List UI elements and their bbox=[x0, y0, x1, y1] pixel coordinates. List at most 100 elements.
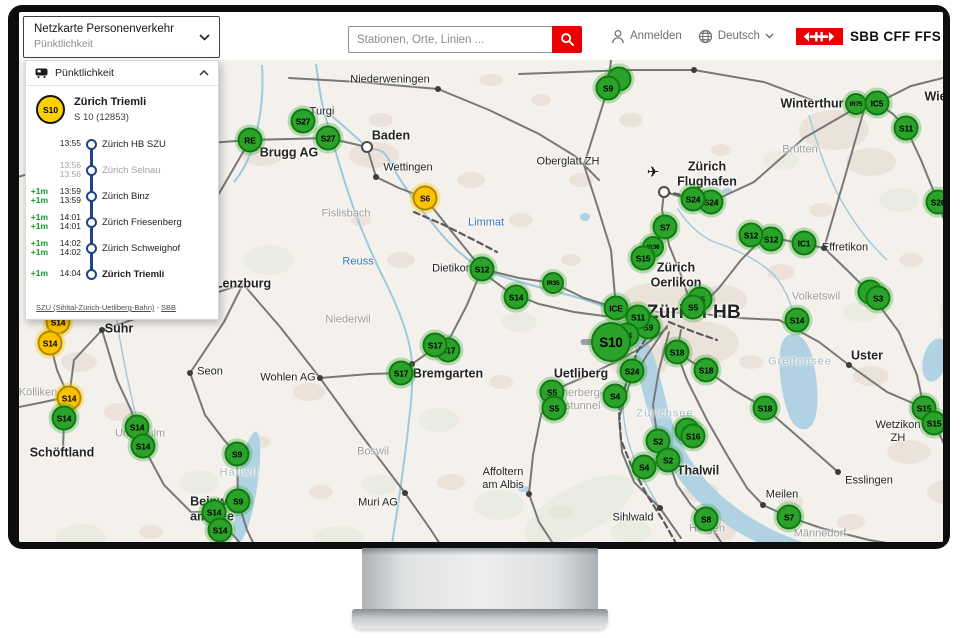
line-badge-ir35[interactable]: IR35 bbox=[542, 272, 564, 294]
map-label: Kölliken bbox=[19, 387, 57, 400]
globe-icon bbox=[698, 29, 713, 44]
line-badge-s6[interactable]: S6 bbox=[413, 186, 438, 211]
search-input[interactable] bbox=[348, 26, 552, 53]
map-label: Seon bbox=[197, 366, 223, 379]
line-badge-s15[interactable]: S15 bbox=[631, 246, 656, 271]
line-badge-s14[interactable]: S14 bbox=[504, 285, 529, 310]
line-badge-s16[interactable]: S16 bbox=[681, 424, 706, 449]
stop-delays: +1m+1m bbox=[26, 187, 48, 206]
line-badge-s10[interactable]: S10 bbox=[591, 322, 631, 362]
line-badge-s14[interactable]: S14 bbox=[52, 406, 77, 431]
line-badge-s3[interactable]: S3 bbox=[866, 286, 891, 311]
stop-times: 14:0114:01 bbox=[51, 213, 81, 232]
line-badge-s17[interactable]: S17 bbox=[389, 361, 414, 386]
line-badge-s2[interactable]: S2 bbox=[656, 448, 681, 473]
map-label: Uetliberg bbox=[554, 367, 608, 382]
line-badge-s5[interactable]: S5 bbox=[681, 295, 706, 320]
line-badge-s11[interactable]: S11 bbox=[894, 116, 919, 141]
panel-footer: SZU (Sihltal-Zürich-Uetliberg-Bahn) - SB… bbox=[36, 303, 176, 312]
stop-row: +1m+1m14:0114:01Zürich Friesenberg bbox=[26, 209, 218, 235]
line-badge-s27[interactable]: S27 bbox=[316, 126, 341, 151]
line-badge-s18[interactable]: S18 bbox=[665, 340, 690, 365]
stop-node-icon bbox=[86, 139, 97, 150]
map-label: Limmat bbox=[468, 217, 504, 230]
map-label: Winterthur bbox=[780, 97, 843, 112]
line-badge-s18[interactable]: S18 bbox=[753, 396, 778, 421]
line-badge-s26[interactable]: S26 bbox=[926, 190, 944, 215]
train-meta: Zürich Triemli S 10 (12853) bbox=[74, 95, 146, 123]
chevron-up-icon[interactable] bbox=[199, 70, 209, 76]
layer-dropdown-subtitle: Pünktlichkeit bbox=[34, 38, 93, 50]
chevron-down-icon bbox=[765, 33, 774, 39]
map-label: Wies bbox=[924, 90, 943, 105]
map-label: Esslingen bbox=[845, 475, 893, 488]
line-badge-s8[interactable]: S8 bbox=[694, 507, 719, 532]
map-label: Volketswil bbox=[792, 291, 840, 304]
account-button[interactable]: Anmelden bbox=[611, 29, 682, 44]
line-badge-s24[interactable]: S24 bbox=[681, 187, 706, 212]
map-label: Boswil bbox=[357, 446, 389, 459]
stop-row: +1m+1m14:0214:02Zürich Schweighof bbox=[26, 235, 218, 261]
map-label: Zürich Flughafen bbox=[677, 159, 737, 189]
panel-header[interactable]: Pünktlichkeit bbox=[26, 61, 218, 86]
stage: NiederweningenTurgiBadenBrugg AGWettinge… bbox=[0, 0, 960, 638]
line-badge-s27[interactable]: S27 bbox=[291, 109, 316, 134]
sbb-link[interactable]: SBB bbox=[161, 303, 176, 312]
line-badge-s14[interactable]: S14 bbox=[131, 434, 156, 459]
map-label: Zürich Oerlikon bbox=[651, 260, 702, 290]
map-label: Thalwil bbox=[677, 464, 719, 479]
train-icon bbox=[35, 68, 48, 78]
layer-dropdown[interactable]: Netzkarte Personenverkehr Pünktlichkeit bbox=[23, 16, 220, 58]
map-label: Schöftland bbox=[30, 446, 95, 461]
stop-times: 14:0214:02 bbox=[51, 239, 81, 258]
line-badge-s9[interactable]: S9 bbox=[225, 442, 250, 467]
line-badge-s9[interactable]: S9 bbox=[226, 489, 251, 514]
sbb-logo[interactable]: SBB CFF FFS bbox=[796, 28, 941, 45]
map-label: Affoltern am Albis bbox=[482, 466, 524, 492]
line-badge-s17[interactable]: S17 bbox=[423, 333, 448, 358]
stop-row: 13:5613:56Zürich Selnau bbox=[26, 157, 218, 183]
map-label: Männedorf bbox=[794, 528, 847, 541]
stop-row: +1m+1m13:5913:59Zürich Binz bbox=[26, 183, 218, 209]
line-badge-s9[interactable]: S9 bbox=[596, 76, 621, 101]
line-badge-s12[interactable]: S12 bbox=[470, 257, 495, 282]
airplane-icon: ✈ bbox=[647, 164, 660, 182]
station-dot bbox=[760, 502, 766, 508]
station-dot bbox=[691, 67, 697, 73]
stop-name: Zürich HB SZU bbox=[102, 139, 166, 150]
line-badge-s4[interactable]: S4 bbox=[603, 384, 628, 409]
line-badge-ic1[interactable]: IC1 bbox=[792, 231, 817, 256]
stop-times: 13:5613:56 bbox=[51, 161, 81, 180]
operator-link[interactable]: SZU (Sihltal-Zürich-Uetliberg-Bahn) bbox=[36, 303, 154, 312]
line-badge-ic5[interactable]: IC5 bbox=[865, 91, 890, 116]
line-badge-s5[interactable]: S5 bbox=[542, 396, 567, 421]
map-label: Wohlen AG bbox=[260, 372, 315, 385]
station-dot bbox=[317, 375, 323, 381]
stop-node-icon bbox=[86, 217, 97, 228]
line-badge-s15[interactable]: S15 bbox=[922, 411, 944, 436]
stop-delays: +1m bbox=[26, 269, 48, 279]
line-badge-re[interactable]: RE bbox=[238, 128, 263, 153]
station-open bbox=[658, 186, 670, 198]
map-label: Muri AG bbox=[358, 497, 398, 510]
monitor-screen: NiederweningenTurgiBadenBrugg AGWettinge… bbox=[19, 12, 943, 542]
line-badge-s14[interactable]: S14 bbox=[785, 308, 810, 333]
language-button[interactable]: Deutsch bbox=[698, 29, 774, 44]
sbb-logo-text: SBB CFF FFS bbox=[850, 29, 941, 44]
station-dot bbox=[99, 327, 105, 333]
station-dot bbox=[435, 86, 441, 92]
line-badge-s14[interactable]: S14 bbox=[38, 331, 63, 356]
station-dot bbox=[657, 505, 663, 511]
stop-node-icon bbox=[86, 165, 97, 176]
train-name: Zürich Triemli bbox=[74, 96, 146, 108]
line-badge-s12[interactable]: S12 bbox=[739, 223, 764, 248]
line-badge-s14[interactable]: S14 bbox=[208, 518, 233, 543]
line-badge-s7[interactable]: S7 bbox=[777, 505, 802, 530]
line-badge-s24[interactable]: S24 bbox=[620, 359, 645, 384]
search-button[interactable] bbox=[552, 26, 582, 53]
line-badge-s4[interactable]: S4 bbox=[632, 455, 657, 480]
line-badge-s18[interactable]: S18 bbox=[694, 358, 719, 383]
map-label: Niederweningen bbox=[350, 74, 430, 87]
person-icon bbox=[611, 29, 625, 44]
map-label: Sihlwald bbox=[613, 512, 654, 525]
